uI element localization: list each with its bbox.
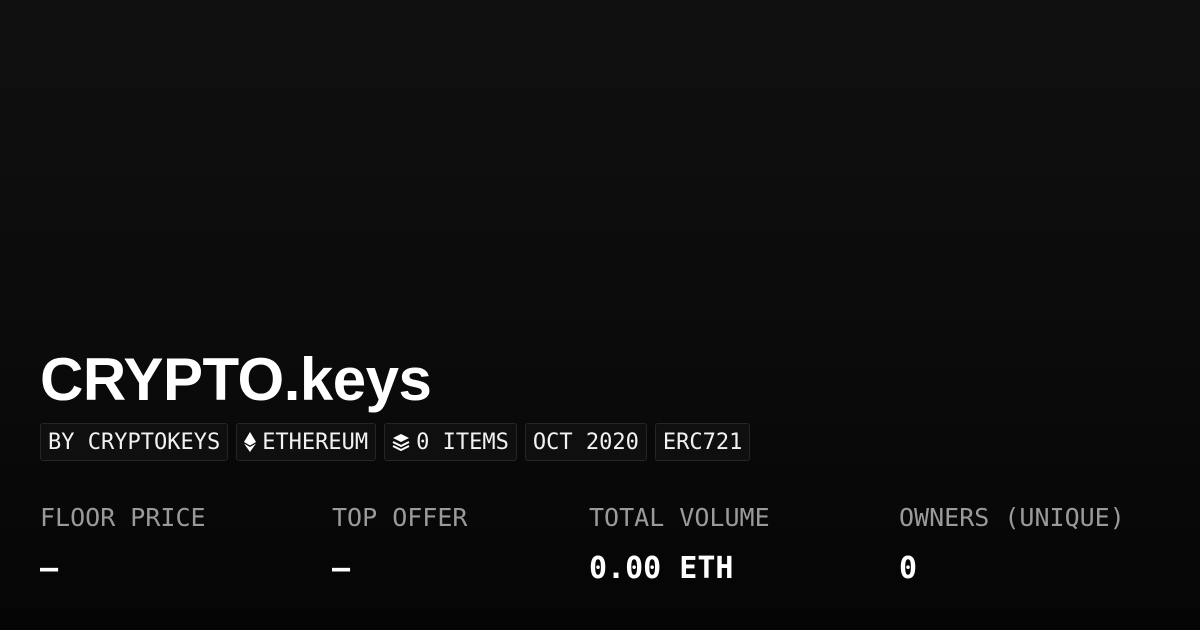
token-standard-badge: ERC721 [654, 423, 751, 461]
ethereum-icon [244, 432, 257, 452]
floor-price-value: – [40, 551, 59, 586]
top-offer-label: TOP OFFER [332, 503, 468, 532]
floor-price-label: FLOOR PRICE [40, 503, 206, 532]
owners-label: OWNERS (UNIQUE) [899, 503, 1125, 532]
collection-title: CRYPTO.keys [40, 346, 432, 413]
top-offer-stat: TOP OFFER – [332, 503, 467, 586]
token-standard-label: ERC721 [662, 429, 743, 455]
creator-label: BY CRYPTOKEYS [48, 429, 221, 455]
floor-price-stat: FLOOR PRICE – [40, 503, 206, 586]
total-volume-label: TOTAL VOLUME [589, 503, 770, 532]
chain-label: ETHEREUM [262, 429, 369, 455]
collection-summary: CRYPTO.keys BY CRYPTOKEYS ETHEREUM 0 ITE… [40, 344, 1180, 593]
top-offer-value: – [332, 551, 351, 586]
total-volume-stat: TOTAL VOLUME 0.00 ETH [589, 503, 770, 586]
created-date-badge: OCT 2020 [524, 423, 647, 461]
items-count-label: 0 ITEMS [416, 429, 509, 455]
chain-badge: ETHEREUM [236, 423, 377, 461]
owners-value: 0 [899, 551, 918, 586]
total-volume-value: 0.00 ETH [589, 551, 734, 586]
layers-icon [392, 433, 410, 451]
created-date-label: OCT 2020 [532, 429, 639, 455]
owners-stat: OWNERS (UNIQUE) 0 [899, 503, 1125, 586]
stats-row: FLOOR PRICE – TOP OFFER – TOTAL VOLUME 0… [40, 503, 1180, 593]
creator-badge: BY CRYPTOKEYS [40, 423, 229, 461]
badge-row: BY CRYPTOKEYS ETHEREUM 0 ITEMS OCT 2020 … [40, 423, 1180, 461]
items-badge: 0 ITEMS [384, 423, 517, 461]
